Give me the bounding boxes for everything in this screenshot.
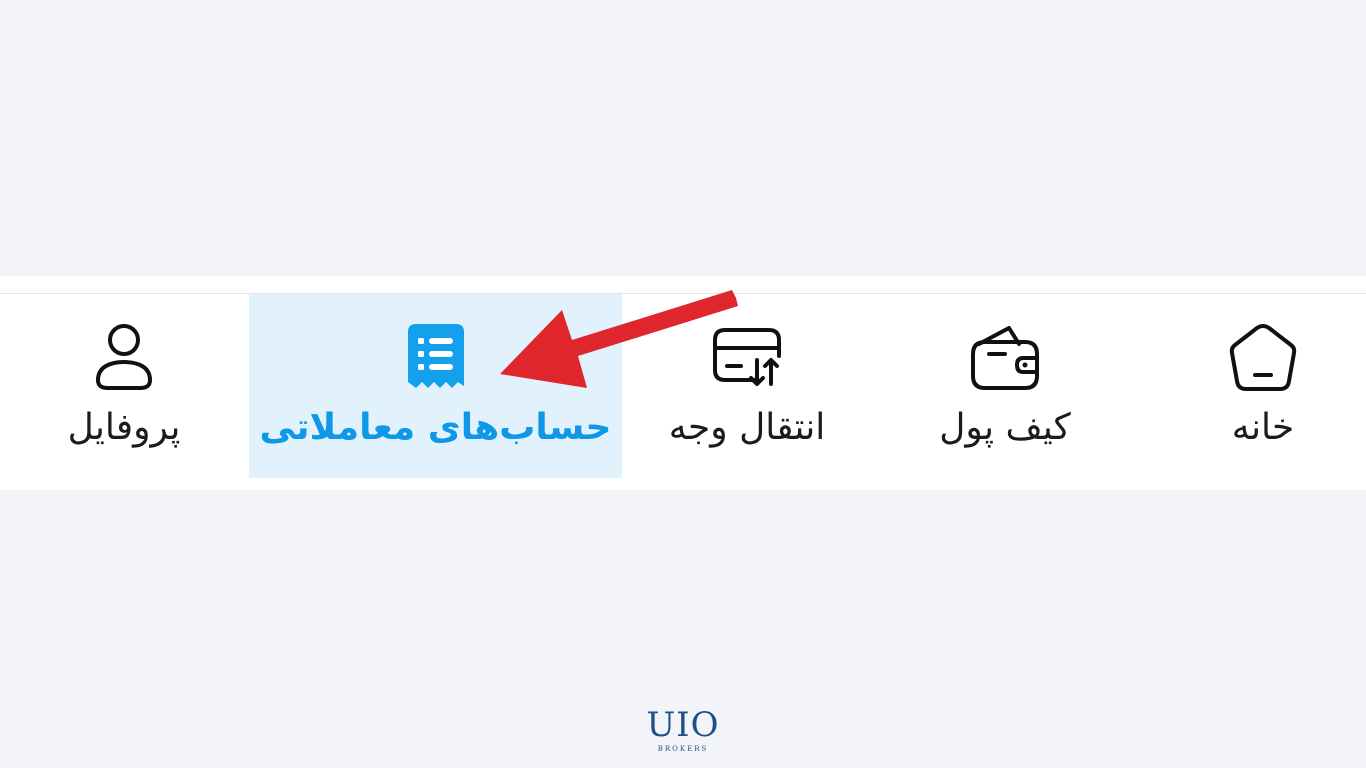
nav-label-profile: پروفایل bbox=[67, 407, 181, 448]
home-icon bbox=[1227, 322, 1299, 394]
bottom-navigation: پروفایل حساب‌های معاملاتی bbox=[0, 294, 1366, 490]
logo-subtext: BROKERS bbox=[657, 745, 709, 753]
user-icon bbox=[88, 322, 160, 394]
nav-item-profile[interactable]: پروفایل bbox=[0, 294, 248, 478]
nav-label-home: خانه bbox=[1231, 407, 1295, 448]
nav-item-home[interactable]: خانه bbox=[1160, 294, 1366, 478]
receipt-list-icon bbox=[400, 322, 472, 394]
nav-label-trading-accounts: حساب‌های معاملاتی bbox=[259, 407, 612, 448]
nav-label-wallet: کیف پول bbox=[939, 407, 1071, 448]
wallet-icon bbox=[969, 322, 1041, 394]
nav-item-transfer[interactable]: انتقال وجه bbox=[622, 294, 872, 478]
nav-item-trading-accounts[interactable]: حساب‌های معاملاتی bbox=[249, 294, 622, 478]
brand-logo: UIO BROKERS bbox=[640, 706, 726, 766]
nav-label-transfer: انتقال وجه bbox=[668, 407, 826, 448]
app-screen: پروفایل حساب‌های معاملاتی bbox=[0, 0, 1366, 768]
nav-item-wallet[interactable]: کیف پول bbox=[880, 294, 1130, 478]
card-transfer-icon bbox=[711, 322, 783, 394]
nav-divider bbox=[0, 276, 1366, 294]
logo-text: UIO bbox=[646, 705, 720, 745]
